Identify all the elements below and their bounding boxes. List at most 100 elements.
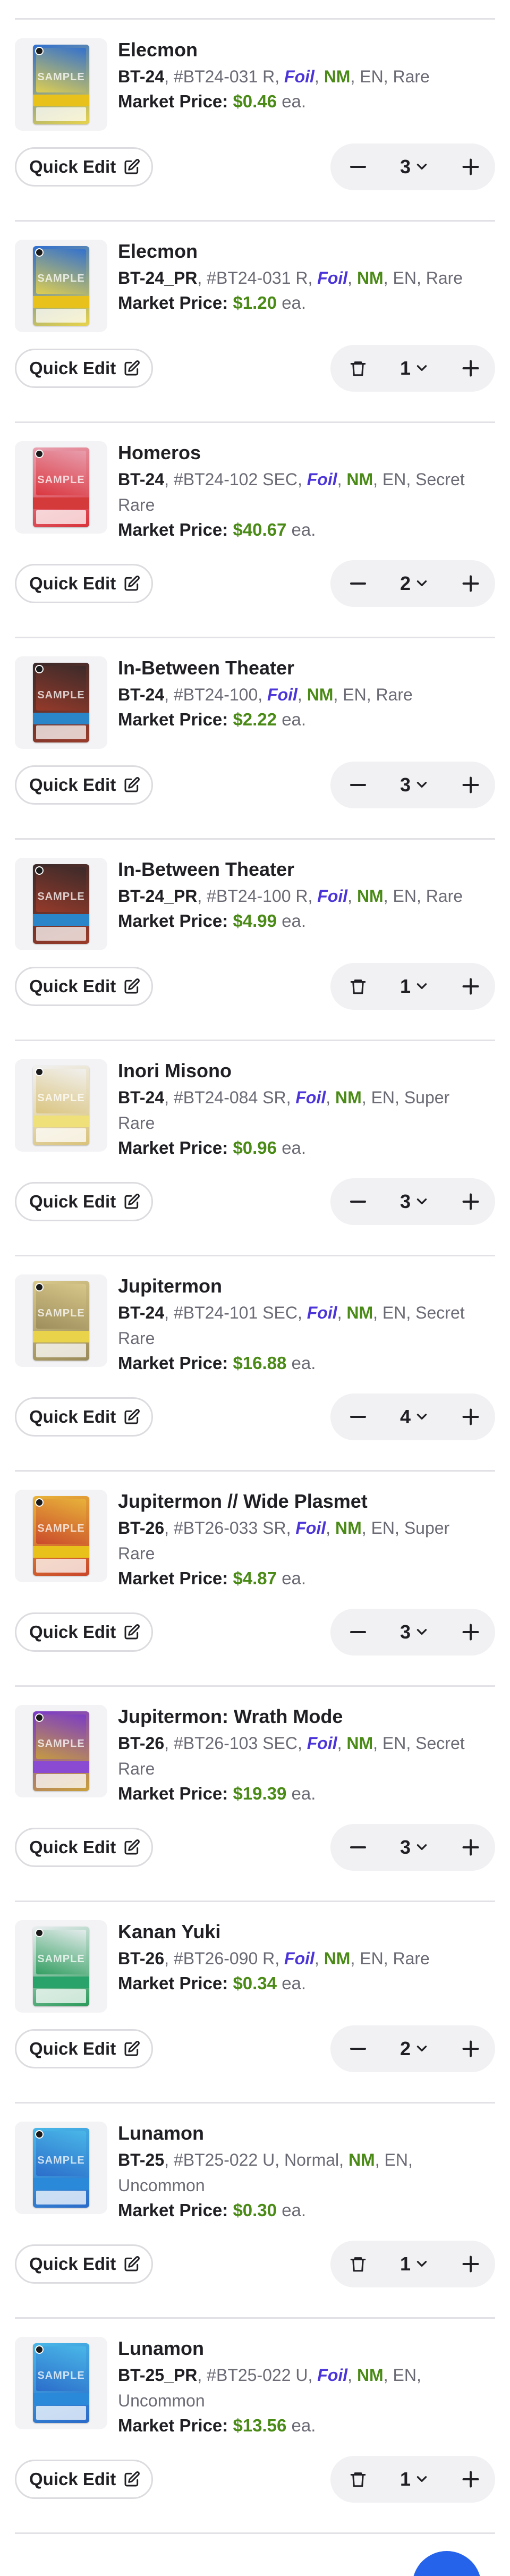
increase-quantity-button[interactable] xyxy=(458,154,483,180)
card-name[interactable]: Jupitermon: Wrath Mode xyxy=(118,1705,489,1728)
card-thumbnail[interactable]: SAMPLE xyxy=(15,1705,107,1797)
quantity-select[interactable]: 1 xyxy=(400,357,429,379)
quick-edit-button[interactable]: Quick Edit xyxy=(15,1182,153,1221)
card-thumbnail[interactable]: SAMPLE xyxy=(15,1059,107,1152)
card-details: BT-24, #BT24-031 R, Foil, NM, EN, Rare xyxy=(118,67,430,86)
increase-quantity-button[interactable] xyxy=(458,772,483,798)
printing: Foil xyxy=(307,1303,337,1322)
decrease-quantity-button[interactable] xyxy=(345,1835,371,1860)
card-thumbnail[interactable]: SAMPLE xyxy=(15,1274,107,1367)
card-image: SAMPLE xyxy=(33,447,89,527)
card-thumbnail[interactable]: SAMPLE xyxy=(15,441,107,534)
increase-quantity-button[interactable] xyxy=(458,2467,483,2492)
card-thumbnail[interactable]: SAMPLE xyxy=(15,656,107,749)
item-info: Jupitermon BT-24, #BT24-101 SEC, Foil, N… xyxy=(118,1274,489,1375)
quick-edit-button[interactable]: Quick Edit xyxy=(15,1828,153,1867)
card-name[interactable]: Lunamon xyxy=(118,2337,489,2360)
remove-item-button[interactable] xyxy=(345,2467,371,2492)
remove-item-button[interactable] xyxy=(345,974,371,999)
increase-quantity-button[interactable] xyxy=(458,571,483,596)
quantity-select[interactable]: 1 xyxy=(400,2253,429,2275)
market-price: Market Price: $16.88 ea. xyxy=(118,1351,489,1375)
cart-item: SAMPLE Inori Misono BT-24, #BT24-084 SR,… xyxy=(0,1041,510,1256)
chevron-down-icon xyxy=(411,2253,429,2275)
quick-edit-button[interactable]: Quick Edit xyxy=(15,2460,153,2499)
language: EN xyxy=(360,67,384,86)
card-thumbnail[interactable]: SAMPLE xyxy=(15,1920,107,2013)
card-name[interactable]: Homeros xyxy=(118,441,489,464)
increase-quantity-button[interactable] xyxy=(458,1189,483,1214)
set-code: BT-26 xyxy=(118,1949,165,1968)
card-thumbnail[interactable]: SAMPLE xyxy=(15,1490,107,1582)
card-number: #BT26-033 SR xyxy=(173,1518,286,1538)
price-unit: ea. xyxy=(282,911,307,931)
quick-edit-button[interactable]: Quick Edit xyxy=(15,349,153,388)
language: EN xyxy=(393,268,416,288)
cart-item: SAMPLE Lunamon BT-25, #BT25-022 U, Norma… xyxy=(0,2104,510,2319)
decrease-quantity-button[interactable] xyxy=(345,1404,371,1430)
increase-quantity-button[interactable] xyxy=(458,1404,483,1430)
decrease-quantity-button[interactable] xyxy=(345,2036,371,2062)
market-price-label: Market Price: xyxy=(118,520,228,539)
card-name[interactable]: In-Between Theater xyxy=(118,858,489,881)
quick-edit-button[interactable]: Quick Edit xyxy=(15,564,153,603)
price-unit: ea. xyxy=(291,520,316,539)
quick-edit-button[interactable]: Quick Edit xyxy=(15,967,153,1006)
card-thumbnail[interactable]: SAMPLE xyxy=(15,2122,107,2214)
quantity-select[interactable]: 3 xyxy=(400,1836,429,1859)
quantity-select[interactable]: 1 xyxy=(400,975,429,998)
card-thumbnail[interactable]: SAMPLE xyxy=(15,38,107,131)
quantity-select[interactable]: 2 xyxy=(400,2038,429,2060)
increase-quantity-button[interactable] xyxy=(458,1619,483,1645)
card-name[interactable]: Lunamon xyxy=(118,2122,489,2145)
card-thumbnail[interactable]: SAMPLE xyxy=(15,240,107,332)
cart-item: SAMPLE Jupitermon // Wide Plasmet BT-26,… xyxy=(0,1472,510,1687)
card-details: BT-25_PR, #BT25-022 U, Foil, NM, EN, Unc… xyxy=(118,2366,421,2410)
quantity-select[interactable]: 3 xyxy=(400,156,429,178)
increase-quantity-button[interactable] xyxy=(458,2251,483,2277)
quick-edit-button[interactable]: Quick Edit xyxy=(15,765,153,805)
card-name[interactable]: In-Between Theater xyxy=(118,656,489,680)
remove-item-button[interactable] xyxy=(345,2251,371,2277)
quick-edit-button[interactable]: Quick Edit xyxy=(15,2029,153,2068)
card-thumbnail[interactable]: SAMPLE xyxy=(15,2337,107,2429)
quantity-stepper: 3 xyxy=(330,1824,495,1871)
quantity-select[interactable]: 4 xyxy=(400,1406,429,1428)
quick-edit-button[interactable]: Quick Edit xyxy=(15,147,153,187)
quantity-select[interactable]: 1 xyxy=(400,2468,429,2490)
quick-edit-button[interactable]: Quick Edit xyxy=(15,2244,153,2284)
quantity-select[interactable]: 3 xyxy=(400,1190,429,1213)
card-thumbnail[interactable]: SAMPLE xyxy=(15,858,107,950)
decrease-quantity-button[interactable] xyxy=(345,571,371,596)
increase-quantity-button[interactable] xyxy=(458,974,483,999)
increase-quantity-button[interactable] xyxy=(458,2036,483,2062)
quick-edit-button[interactable]: Quick Edit xyxy=(15,1612,153,1652)
increase-quantity-button[interactable] xyxy=(458,1835,483,1860)
card-name[interactable]: Elecmon xyxy=(118,240,489,263)
top-divider xyxy=(15,18,495,20)
card-name[interactable]: Jupitermon xyxy=(118,1274,489,1298)
decrease-quantity-button[interactable] xyxy=(345,154,371,180)
quantity-select[interactable]: 3 xyxy=(400,774,429,796)
card-name[interactable]: Inori Misono xyxy=(118,1059,489,1083)
quantity-value: 2 xyxy=(400,572,411,594)
quantity-select[interactable]: 2 xyxy=(400,572,429,595)
decrease-quantity-button[interactable] xyxy=(345,1619,371,1645)
card-number: #BT24-031 R xyxy=(173,67,275,86)
cart-item: SAMPLE In-Between Theater BT-24, #BT24-1… xyxy=(0,638,510,840)
card-name[interactable]: Jupitermon // Wide Plasmet xyxy=(118,1490,489,1513)
floating-action-button[interactable] xyxy=(412,2551,481,2576)
printing: Foil xyxy=(307,470,337,489)
market-price: Market Price: $40.67 ea. xyxy=(118,518,489,542)
card-name[interactable]: Elecmon xyxy=(118,38,489,62)
quick-edit-label: Quick Edit xyxy=(29,157,116,176)
card-name[interactable]: Kanan Yuki xyxy=(118,1920,489,1944)
remove-item-button[interactable] xyxy=(345,356,371,381)
quantity-select[interactable]: 3 xyxy=(400,1621,429,1643)
increase-quantity-button[interactable] xyxy=(458,356,483,381)
quick-edit-button[interactable]: Quick Edit xyxy=(15,1397,153,1437)
decrease-quantity-button[interactable] xyxy=(345,772,371,798)
trash-icon xyxy=(349,358,367,378)
decrease-quantity-button[interactable] xyxy=(345,1189,371,1214)
card-details: BT-26, #BT26-033 SR, Foil, NM, EN, Super… xyxy=(118,1518,450,1563)
